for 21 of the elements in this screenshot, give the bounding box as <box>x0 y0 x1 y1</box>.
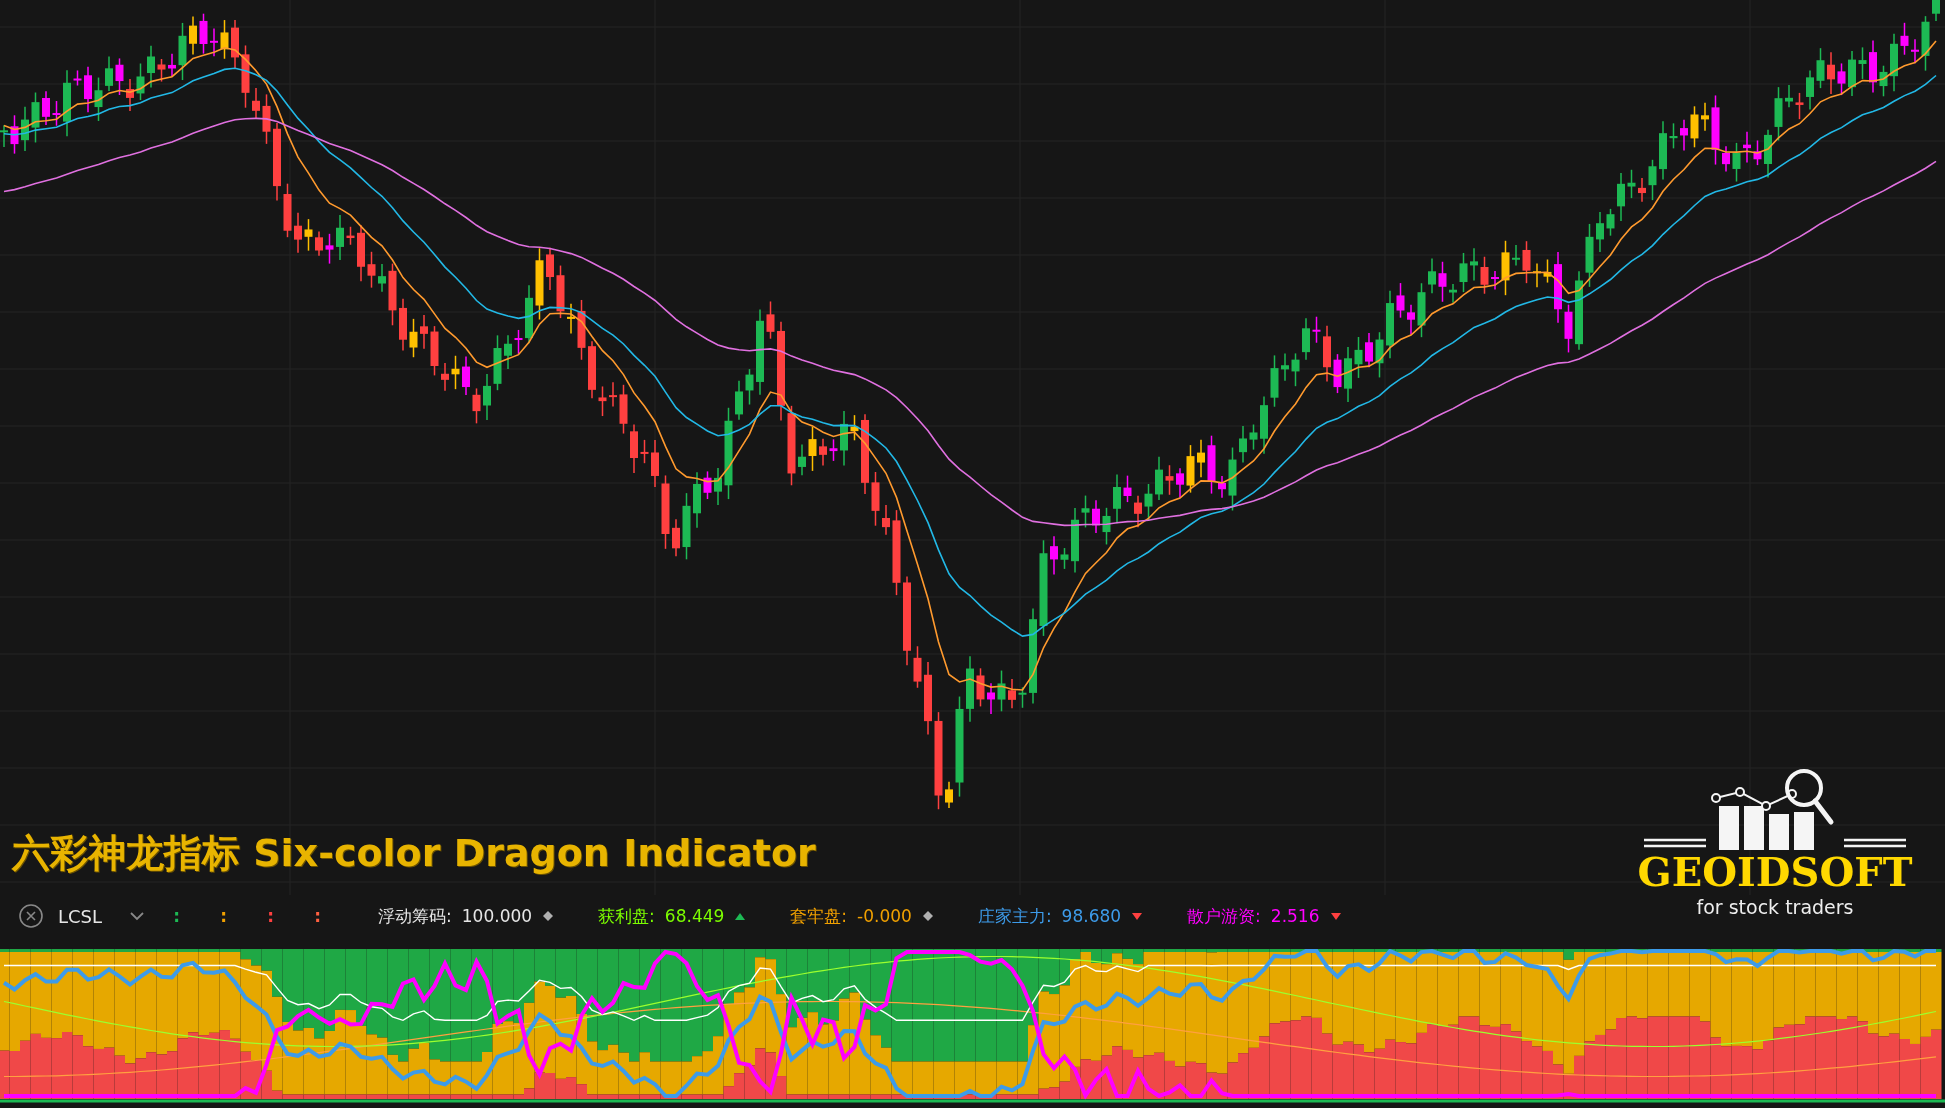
indicator-label: 庄家主力: <box>977 904 1052 928</box>
indicator-label: 浮动筹码: <box>378 904 452 928</box>
indicator-value: 2.516 <box>1270 906 1320 926</box>
separator-mark: : <box>266 906 275 926</box>
close-icon[interactable] <box>18 903 44 929</box>
separator-mark: : <box>313 906 322 926</box>
bar-chart-magnifier-icon <box>1644 768 1906 850</box>
logo-name: GEOIDSOFT <box>1637 852 1913 892</box>
indicator-value: 98.680 <box>1061 906 1122 926</box>
chart-title: 六彩神龙指标 Six-color Dragon Indicator <box>12 830 816 877</box>
indicator-label: 散户游资: <box>1187 904 1261 928</box>
indicator-value: 100.000 <box>461 906 533 926</box>
indicator-value: 68.449 <box>664 906 725 926</box>
chevron-down-icon[interactable] <box>128 910 147 922</box>
separator-mark: : <box>219 906 228 926</box>
separator-mark: : <box>172 906 181 926</box>
logo-tagline: for stock traders <box>1696 896 1854 918</box>
indicator-name: LCSL <box>58 905 103 927</box>
indicator-value: -0.000 <box>857 906 912 926</box>
indicator-label: 获利盘: <box>598 904 655 928</box>
indicator-label: 套牢盘: <box>790 904 848 928</box>
